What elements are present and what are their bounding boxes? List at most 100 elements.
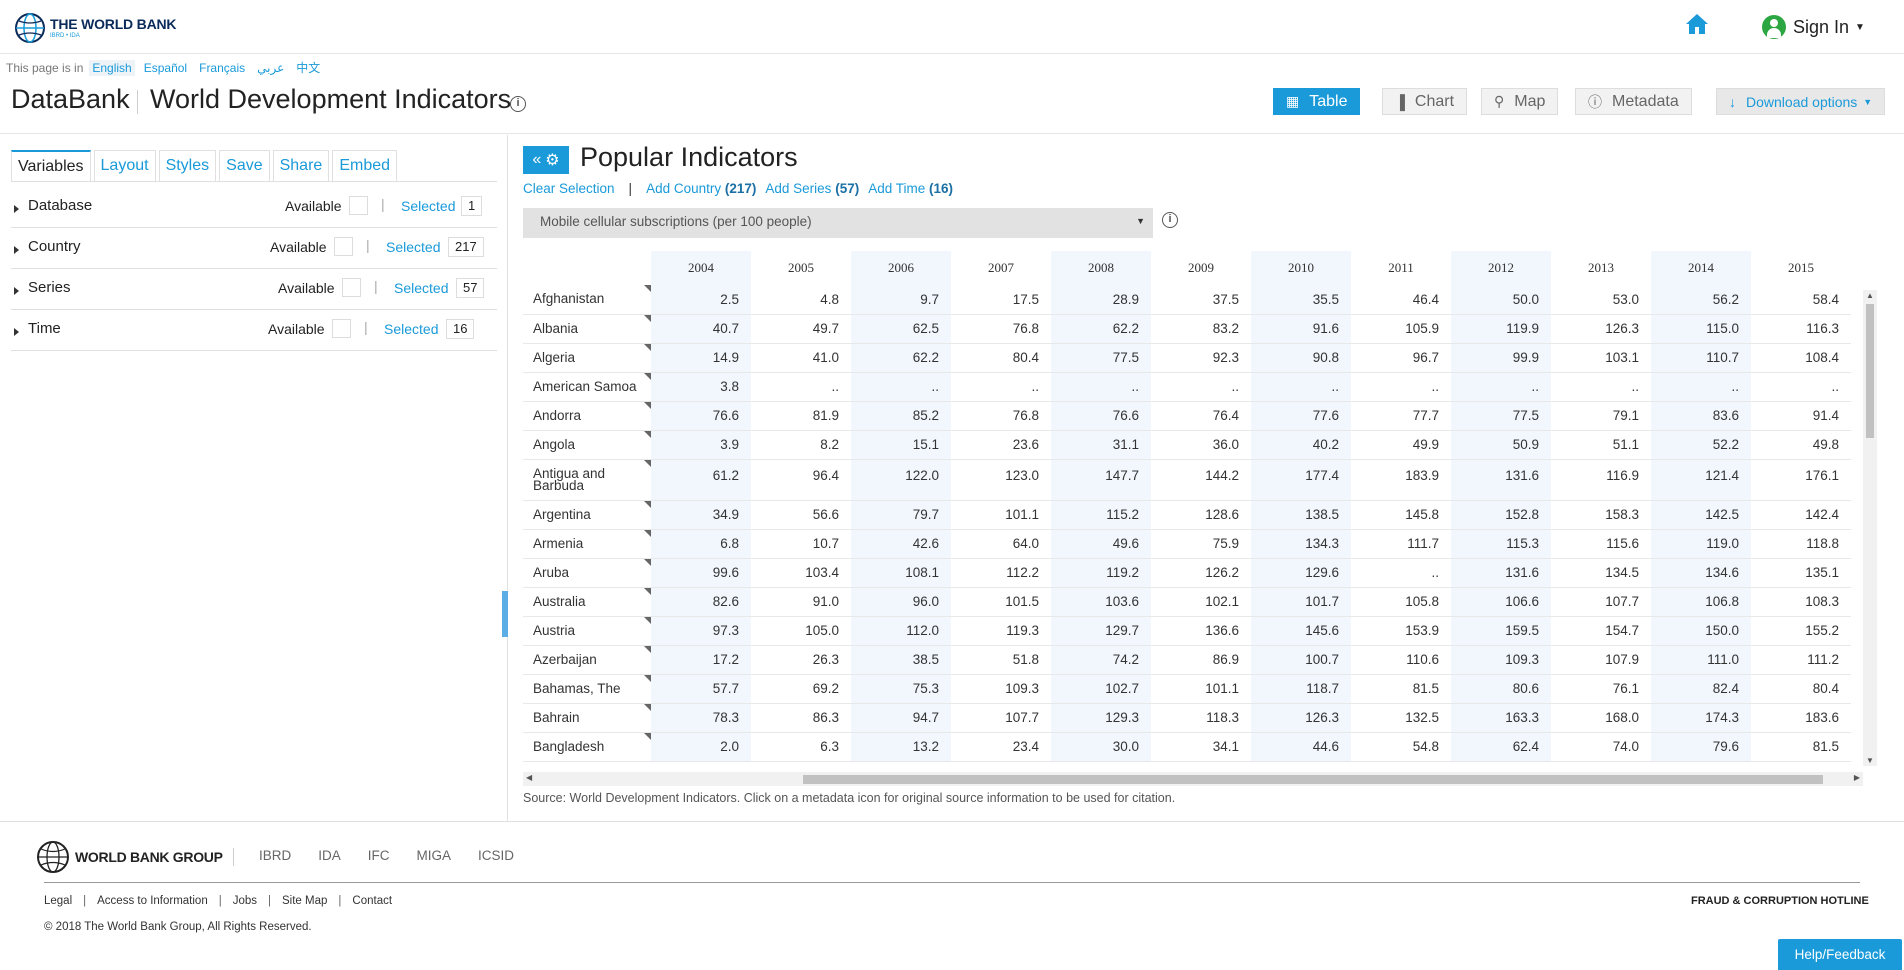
country-cell[interactable]: Azerbaijan <box>523 645 651 675</box>
country-cell[interactable]: Angola <box>523 430 651 460</box>
data-cell: 9.7 <box>851 285 951 315</box>
org-link-miga[interactable]: MIGA <box>417 848 452 863</box>
year-header[interactable]: 2009 <box>1151 251 1251 285</box>
country-cell[interactable]: Afghanistan <box>523 285 651 315</box>
footer-link-legal[interactable]: Legal <box>44 895 72 907</box>
tab-share[interactable]: Share <box>272 150 330 182</box>
tab-save[interactable]: Save <box>219 150 270 182</box>
year-header[interactable]: 2006 <box>851 251 951 285</box>
country-cell[interactable]: Bahamas, The <box>523 674 651 704</box>
data-table: 2004 2005 2006 2007 2008 2009 2010 2011 2012 2013… <box>523 251 1877 771</box>
world-bank-logo[interactable]: THE WORLD BANK IBRD • IDA <box>14 12 176 44</box>
scroll-down-icon[interactable]: ▼ <box>1866 756 1874 765</box>
view-map-button[interactable]: ⚲ Map <box>1481 88 1559 115</box>
data-cell: 147.7 <box>1051 459 1151 501</box>
sign-in-button[interactable]: Sign In ▼ <box>1762 15 1865 39</box>
country-cell[interactable]: Aruba <box>523 558 651 588</box>
vertical-scroll-thumb[interactable] <box>1866 304 1874 438</box>
home-icon[interactable] <box>1684 12 1710 36</box>
variable-row-time[interactable]: Time Available | Selected 16 <box>11 310 497 351</box>
language-english[interactable]: English <box>89 59 135 76</box>
language-arabic[interactable]: عربي <box>254 60 287 76</box>
country-cell[interactable]: Albania <box>523 314 651 344</box>
year-header[interactable]: 2015 <box>1751 251 1851 285</box>
horizontal-scroll-thumb[interactable] <box>803 775 1823 784</box>
country-cell[interactable]: Algeria <box>523 343 651 373</box>
collapse-panel-button[interactable]: « ⚙ <box>523 146 569 174</box>
table-row: Antigua and Barbuda 61.2 96.4 122.0 123.0 147… <box>523 459 1851 501</box>
horizontal-scrollbar[interactable]: ◀ ▶ <box>523 772 1863 786</box>
series-info-icon[interactable]: i <box>1162 212 1178 228</box>
year-header[interactable]: 2010 <box>1251 251 1351 285</box>
year-header[interactable]: 2007 <box>951 251 1051 285</box>
world-bank-group-logo[interactable]: WORLD BANK GROUP <box>36 840 223 874</box>
scroll-right-icon[interactable]: ▶ <box>1854 773 1860 782</box>
tab-styles[interactable]: Styles <box>158 150 217 182</box>
variable-row-country[interactable]: Country Available | Selected 217 <box>11 228 497 269</box>
clear-selection-link[interactable]: Clear Selection <box>523 181 615 196</box>
org-link-icsid[interactable]: ICSID <box>478 848 514 863</box>
variable-row-series[interactable]: Series Available | Selected 57 <box>11 269 497 310</box>
country-cell[interactable]: Antigua and Barbuda <box>523 459 651 501</box>
download-options-button[interactable]: ↓ Download options ▼ <box>1716 88 1886 115</box>
country-cell[interactable]: Bangladesh <box>523 732 651 762</box>
help-feedback-button[interactable]: Help/Feedback <box>1778 939 1902 970</box>
expand-arrow-icon[interactable] <box>14 328 19 336</box>
year-header[interactable]: 2012 <box>1451 251 1551 285</box>
org-link-ibrd[interactable]: IBRD <box>259 848 291 863</box>
data-cell: 116.3 <box>1751 314 1851 344</box>
info-icon[interactable]: i <box>510 96 526 112</box>
data-cell: 62.5 <box>851 314 951 344</box>
data-cell: 62.4 <box>1451 732 1551 762</box>
country-cell[interactable]: Australia <box>523 587 651 617</box>
data-cell: 34.1 <box>1151 732 1251 762</box>
app-title[interactable]: DataBank <box>11 84 130 115</box>
data-cell: 174.3 <box>1651 703 1751 733</box>
scroll-up-icon[interactable]: ▲ <box>1866 291 1874 300</box>
language-spanish[interactable]: Español <box>141 60 190 76</box>
data-cell: .. <box>1351 558 1451 588</box>
year-header[interactable]: 2005 <box>751 251 851 285</box>
view-chart-button[interactable]: ▐ Chart <box>1382 88 1468 115</box>
view-metadata-button[interactable]: ⓘ Metadata <box>1575 88 1692 115</box>
fraud-hotline-link[interactable]: FRAUD & CORRUPTION HOTLINE <box>1691 895 1869 907</box>
footer-link-site-map[interactable]: Site Map <box>282 895 327 907</box>
country-cell[interactable]: American Samoa <box>523 372 651 402</box>
language-french[interactable]: Français <box>196 60 248 76</box>
language-chinese[interactable]: 中文 <box>293 58 323 77</box>
footer-link-access-to-information[interactable]: Access to Information <box>97 895 208 907</box>
year-header[interactable]: 2013 <box>1551 251 1651 285</box>
table-row: Azerbaijan 17.2 26.3 38.5 51.8 74.2 86.9 100.7 1… <box>523 645 1851 675</box>
year-header[interactable]: 2004 <box>651 251 751 285</box>
add-series-link[interactable]: Add Series (57) <box>765 181 859 196</box>
scroll-left-icon[interactable]: ◀ <box>526 773 532 782</box>
series-dropdown[interactable]: Mobile cellular subscriptions (per 100 p… <box>523 208 1153 238</box>
view-table-button[interactable]: ▦ Table <box>1273 88 1361 115</box>
year-header[interactable]: 2011 <box>1351 251 1451 285</box>
year-header[interactable]: 2008 <box>1051 251 1151 285</box>
country-cell[interactable]: Andorra <box>523 401 651 431</box>
vertical-scrollbar[interactable]: ▲ ▼ <box>1863 290 1877 766</box>
footer-link-contact[interactable]: Contact <box>352 895 392 907</box>
org-link-ifc[interactable]: IFC <box>368 848 390 863</box>
tab-variables[interactable]: Variables <box>11 150 91 182</box>
org-link-ida[interactable]: IDA <box>318 848 341 863</box>
tab-embed[interactable]: Embed <box>332 150 398 182</box>
country-cell[interactable]: Argentina <box>523 500 651 530</box>
panel-resize-handle[interactable] <box>502 591 508 637</box>
country-cell[interactable]: Bahrain <box>523 703 651 733</box>
add-time-link[interactable]: Add Time (16) <box>868 181 953 196</box>
expand-arrow-icon[interactable] <box>14 205 19 213</box>
year-header[interactable]: 2014 <box>1651 251 1751 285</box>
country-cell[interactable]: Armenia <box>523 529 651 559</box>
variable-row-database[interactable]: Database Available | Selected 1 <box>11 187 497 228</box>
expand-arrow-icon[interactable] <box>14 246 19 254</box>
add-country-link[interactable]: Add Country (217) <box>646 181 756 196</box>
tab-layout[interactable]: Layout <box>93 150 156 182</box>
country-cell[interactable]: Austria <box>523 616 651 646</box>
footer-link-jobs[interactable]: Jobs <box>233 895 257 907</box>
data-cell: 118.8 <box>1751 529 1851 559</box>
data-cell: 101.5 <box>951 587 1051 617</box>
top-bar: THE WORLD BANK IBRD • IDA Sign In ▼ <box>0 0 1904 54</box>
expand-arrow-icon[interactable] <box>14 287 19 295</box>
